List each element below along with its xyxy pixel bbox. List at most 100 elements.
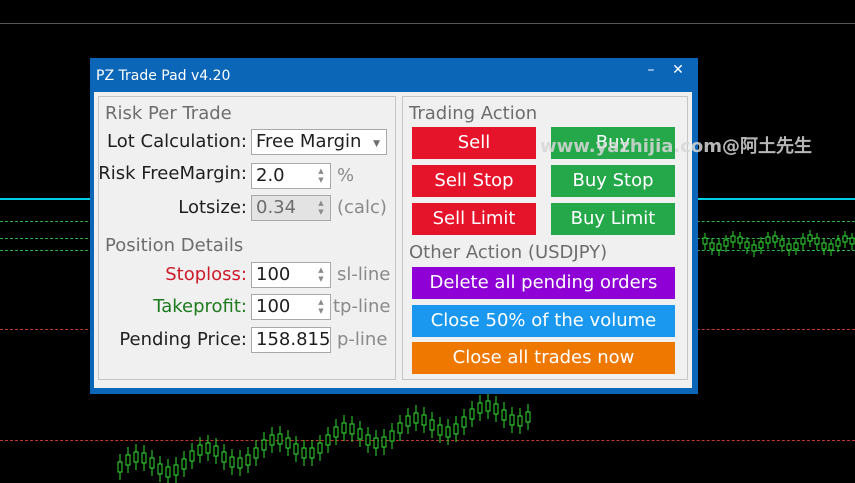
lotsize-label: Lotsize: [178, 197, 247, 218]
title-bar[interactable]: PZ Trade Pad v4.20 – ✕ [90, 58, 698, 94]
candle-body [421, 414, 427, 426]
candle-body [445, 426, 451, 438]
lotsize-input: 0.34 ▲ ▼ [251, 195, 331, 221]
lot-calc-select[interactable]: Free Margin ▼ [251, 129, 387, 155]
stoploss-unit: sl-line [337, 264, 391, 285]
candle-body [173, 464, 179, 476]
candle-body [828, 243, 834, 251]
sell-button[interactable]: Sell [412, 127, 536, 159]
candle-body [807, 234, 813, 242]
candle-body [301, 447, 307, 459]
candle-body [517, 415, 523, 427]
pending-price-label: Pending Price: [119, 329, 247, 350]
candle-body [779, 239, 785, 247]
candle-body [772, 235, 778, 243]
stoploss-label: Stoploss: [165, 264, 247, 285]
candle-body [285, 437, 291, 449]
risk-header: Risk Per Trade [105, 103, 232, 124]
pending-price-input[interactable]: 158.815 [251, 327, 331, 353]
candle-body [165, 466, 171, 478]
sell-limit-button[interactable]: Sell Limit [412, 203, 536, 235]
candle-body [253, 447, 259, 459]
minimize-icon[interactable]: – [642, 62, 660, 80]
candle-body [189, 450, 195, 462]
candle-body [245, 454, 251, 466]
close-icon[interactable]: ✕ [669, 62, 687, 80]
candle-body [349, 423, 355, 435]
candle-body [333, 426, 339, 438]
candle-body [793, 242, 799, 250]
lot-calc-value: Free Margin [256, 131, 362, 152]
candle-body [261, 439, 267, 451]
candle-body [849, 237, 855, 245]
delete-pending-button[interactable]: Delete all pending orders [412, 267, 675, 299]
candle-body [405, 415, 411, 427]
candle-body [269, 434, 275, 446]
candle-body [341, 422, 347, 434]
candle-body [317, 442, 323, 454]
dropdown-arrow-icon: ▼ [373, 139, 380, 149]
risk-position-group: Risk Per Trade Lot Calculation: Free Mar… [98, 96, 396, 380]
candle-body [133, 451, 139, 463]
pending-price-value: 158.815 [256, 329, 331, 350]
lotsize-unit: (calc) [337, 197, 387, 218]
candle-body [744, 241, 750, 249]
candle-body [213, 445, 219, 457]
candle-body [365, 434, 371, 446]
candle-body [181, 458, 187, 470]
candle-body [125, 454, 131, 466]
candle-body [842, 235, 848, 243]
candle-body [389, 430, 395, 442]
takeprofit-input[interactable]: 100 ▲ ▼ [251, 294, 331, 320]
candle-body [221, 451, 227, 463]
candle-body [765, 236, 771, 244]
updown-spinner-icon[interactable]: ▲ ▼ [316, 167, 326, 185]
close-all-button[interactable]: Close all trades now [412, 342, 675, 374]
position-header: Position Details [105, 235, 244, 256]
trade-pad-window[interactable]: PZ Trade Pad v4.20 – ✕ Risk Per Trade Lo… [90, 58, 698, 394]
risk-unit: % [337, 165, 355, 186]
candle-body [525, 411, 531, 423]
candle-body [723, 239, 729, 247]
sell-stop-button[interactable]: Sell Stop [412, 165, 536, 197]
window-title: PZ Trade Pad v4.20 [96, 68, 231, 84]
candle-body [730, 235, 736, 243]
candle-body [469, 408, 475, 420]
candle-body [141, 452, 147, 464]
candle-body [197, 444, 203, 456]
updown-spinner-icon[interactable]: ▲ ▼ [316, 266, 326, 284]
candle-body [716, 243, 722, 251]
candle-body [381, 436, 387, 448]
candle-body [814, 237, 820, 245]
watermark-text: www.yazhijia.com@阿土先生 [540, 136, 813, 157]
updown-spinner-icon[interactable]: ▲ ▼ [316, 298, 326, 316]
takeprofit-label: Takeprofit: [153, 296, 247, 317]
trading-action-header: Trading Action [409, 103, 538, 124]
candle-body [277, 433, 283, 445]
lot-calc-label: Lot Calculation: [107, 131, 247, 152]
candle-body [149, 457, 155, 469]
buy-stop-button[interactable]: Buy Stop [551, 165, 675, 197]
updown-spinner-icon: ▲ ▼ [318, 199, 324, 216]
candle-body [237, 457, 243, 469]
candle-body [157, 463, 163, 475]
risk-freemargin-label: Risk FreeMargin: [98, 163, 247, 184]
candle-body [737, 236, 743, 244]
candle-body [501, 409, 507, 421]
candle-body [397, 422, 403, 434]
candle-body [461, 416, 467, 428]
takeprofit-value: 100 [256, 296, 291, 317]
candle-body [821, 242, 827, 250]
stoploss-input[interactable]: 100 ▲ ▼ [251, 262, 331, 288]
close-half-button[interactable]: Close 50% of the volume [412, 305, 675, 337]
buy-limit-button[interactable]: Buy Limit [551, 203, 675, 235]
pending-price-unit: p-line [337, 329, 388, 350]
candle-body [485, 400, 491, 412]
candle-body [325, 434, 331, 446]
risk-input[interactable]: 2.0 ▲ ▼ [251, 163, 331, 189]
candle-body [786, 243, 792, 251]
candle-body [800, 237, 806, 245]
candle-body [477, 402, 483, 414]
candle-body [702, 237, 708, 245]
stoploss-value: 100 [256, 264, 291, 285]
